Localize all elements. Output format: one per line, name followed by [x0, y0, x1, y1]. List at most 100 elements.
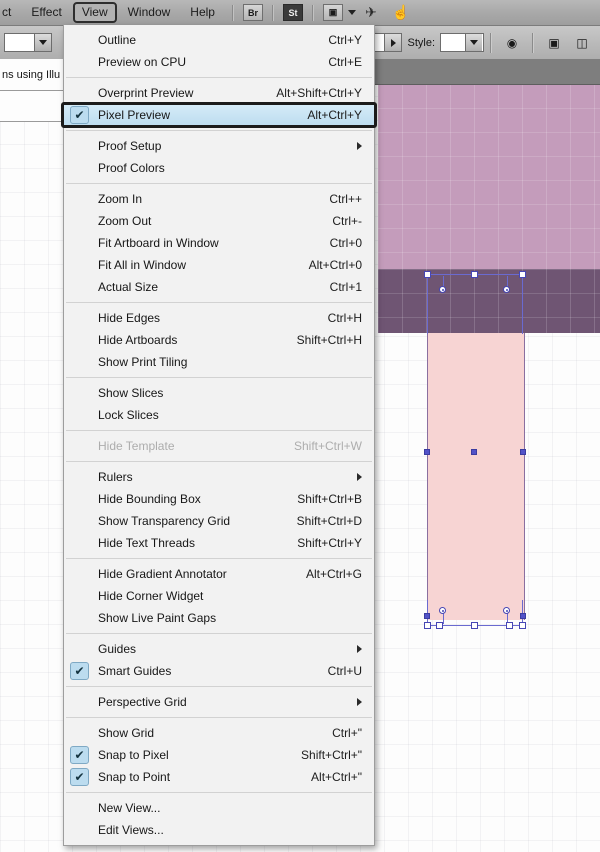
menu-item-pixel-preview[interactable]: ✔ Pixel Preview Alt+Ctrl+Y [64, 104, 374, 126]
menu-item-show-live-paint-gaps[interactable]: Show Live Paint Gaps [64, 607, 374, 629]
menu-item-actual-size[interactable]: Actual Size Ctrl+1 [64, 276, 374, 298]
selection-path-left-upper [427, 274, 428, 334]
menu-item-shortcut: Ctrl+E [328, 55, 362, 69]
menu-item-guides[interactable]: Guides [64, 638, 374, 660]
bezier-handle[interactable] [439, 286, 446, 293]
menu-item-new-view[interactable]: New View... [64, 797, 374, 819]
menu-item-hide-text-threads[interactable]: Hide Text Threads Shift+Ctrl+Y [64, 532, 374, 554]
menu-item-zoom-in[interactable]: Zoom In Ctrl++ [64, 188, 374, 210]
menu-item-label: Show Print Tiling [98, 355, 188, 369]
menu-item-label: Show Transparency Grid [98, 514, 231, 528]
menu-item-shortcut: Ctrl+Y [328, 33, 362, 47]
anchor-point-bottom[interactable] [506, 622, 513, 629]
artboard-upper-region[interactable] [378, 84, 600, 269]
bounding-box-handle-left[interactable] [424, 449, 430, 455]
checkmark-icon: ✔ [70, 662, 89, 680]
view-dropdown-menu[interactable]: Outline Ctrl+Y Preview on CPU Ctrl+E Overpri… [63, 25, 375, 846]
anchor-point-bottom[interactable] [424, 613, 430, 619]
menu-item-hide-gradient-annotator[interactable]: Hide Gradient Annotator Alt+Ctrl+G [64, 563, 374, 585]
style-swatch[interactable] [441, 34, 465, 51]
menu-item-window[interactable]: Window [119, 2, 180, 23]
menu-separator [66, 77, 372, 78]
menu-item-rulers[interactable]: Rulers [64, 466, 374, 488]
anchor-point[interactable] [471, 271, 478, 278]
menu-item-shortcut: Ctrl+" [332, 726, 362, 740]
menu-item-fit-all-in-window[interactable]: Fit All in Window Alt+Ctrl+0 [64, 254, 374, 276]
anchor-point-bottom[interactable] [520, 613, 526, 619]
menu-item-preview-on-cpu[interactable]: Preview on CPU Ctrl+E [64, 51, 374, 73]
hand-cursor-icon[interactable]: ☝ [390, 4, 412, 22]
bounding-box-handle-right[interactable] [520, 449, 526, 455]
anchor-point-bottom[interactable] [424, 622, 431, 629]
selected-rounded-rectangle[interactable] [427, 333, 525, 620]
menu-item-show-slices[interactable]: Show Slices [64, 382, 374, 404]
menu-item-snap-to-point[interactable]: ✔ Snap to Point Alt+Ctrl+" [64, 766, 374, 788]
menu-item-label: Actual Size [98, 280, 159, 294]
fill-dropdown-button[interactable] [34, 34, 51, 51]
anchor-point[interactable] [519, 271, 526, 278]
menu-item-view[interactable]: View [72, 2, 117, 23]
menu-item-proof-setup[interactable]: Proof Setup [64, 135, 374, 157]
menu-item-label: Perspective Grid [98, 695, 187, 709]
menu-item-label: Preview on CPU [98, 55, 187, 69]
menu-separator [66, 377, 372, 378]
menu-item-hide-edges[interactable]: Hide Edges Ctrl+H [64, 307, 374, 329]
menu-item-shortcut: Alt+Ctrl+Y [307, 108, 362, 122]
search-adobe-stock-icon[interactable]: ✈ [360, 4, 382, 22]
menu-item-perspective-grid[interactable]: Perspective Grid [64, 691, 374, 713]
menu-item-shortcut: Alt+Shift+Ctrl+Y [276, 86, 362, 100]
menu-item-label: Outline [98, 33, 137, 47]
bounding-box-handle-mid[interactable] [471, 449, 477, 455]
menu-item-show-print-tiling[interactable]: Show Print Tiling [64, 351, 374, 373]
opacity-icon[interactable]: ◉ [502, 33, 522, 53]
menu-separator [66, 717, 372, 718]
anchor-point-bottom[interactable] [471, 622, 478, 629]
style-label: Style: [407, 36, 435, 49]
menu-item-smart-guides[interactable]: ✔ Smart Guides Ctrl+U [64, 660, 374, 682]
menu-item-object-clipped[interactable]: ct [0, 2, 20, 23]
menu-separator [66, 130, 372, 131]
menu-item-edit-views[interactable]: Edit Views... [64, 819, 374, 841]
bezier-handle[interactable] [503, 607, 510, 614]
menu-item-hide-artboards[interactable]: Hide Artboards Shift+Ctrl+H [64, 329, 374, 351]
menu-item-proof-colors[interactable]: Proof Colors [64, 157, 374, 179]
graphic-style-field[interactable] [440, 33, 484, 52]
menu-bar: ct Effect View Window Help Br St ▣ ✈ ☝ [0, 0, 600, 26]
menu-item-label: Lock Slices [98, 408, 159, 422]
preset-field[interactable] [372, 33, 403, 52]
menu-item-lock-slices[interactable]: Lock Slices [64, 404, 374, 426]
menu-item-hide-corner-widget[interactable]: Hide Corner Widget [64, 585, 374, 607]
anchor-point[interactable] [424, 271, 431, 278]
menu-item-label: Smart Guides [98, 664, 172, 678]
menu-item-snap-to-pixel[interactable]: ✔ Snap to Pixel Shift+Ctrl+" [64, 744, 374, 766]
menu-separator [66, 792, 372, 793]
document-setup-icon[interactable]: ◫ [572, 33, 592, 53]
bezier-handle[interactable] [439, 607, 446, 614]
fill-stroke-field[interactable] [4, 33, 52, 52]
bezier-handle[interactable] [503, 286, 510, 293]
anchor-point-bottom[interactable] [519, 622, 526, 629]
anchor-point-bottom[interactable] [436, 622, 443, 629]
menu-item-label: Proof Colors [98, 161, 165, 175]
menu-item-show-transparency-grid[interactable]: Show Transparency Grid Shift+Ctrl+D [64, 510, 374, 532]
menu-item-help[interactable]: Help [181, 2, 224, 23]
menu-item-label: Fit All in Window [98, 258, 187, 272]
menu-item-outline[interactable]: Outline Ctrl+Y [64, 29, 374, 51]
menu-item-label: Show Slices [98, 386, 164, 400]
menu-item-overprint-preview[interactable]: Overprint Preview Alt+Shift+Ctrl+Y [64, 82, 374, 104]
style-dropdown-button[interactable] [465, 34, 482, 51]
menu-item-zoom-out[interactable]: Zoom Out Ctrl+- [64, 210, 374, 232]
chevron-down-icon[interactable] [347, 10, 356, 15]
arrange-documents-icon[interactable]: ▣ [322, 4, 343, 21]
menu-item-hide-bounding-box[interactable]: Hide Bounding Box Shift+Ctrl+B [64, 488, 374, 510]
menu-item-effect[interactable]: Effect [22, 2, 70, 23]
menu-item-shortcut: Shift+Ctrl+B [297, 492, 362, 506]
preset-dropdown-button[interactable] [384, 34, 402, 51]
bridge-icon[interactable]: Br [242, 4, 263, 21]
artboard-dark-band[interactable] [378, 269, 600, 333]
align-icon[interactable]: ▣ [544, 33, 564, 53]
menu-item-fit-artboard-in-window[interactable]: Fit Artboard in Window Ctrl+0 [64, 232, 374, 254]
left-panel-body [0, 91, 65, 122]
menu-item-show-grid[interactable]: Show Grid Ctrl+" [64, 722, 374, 744]
stock-icon[interactable]: St [282, 4, 303, 21]
